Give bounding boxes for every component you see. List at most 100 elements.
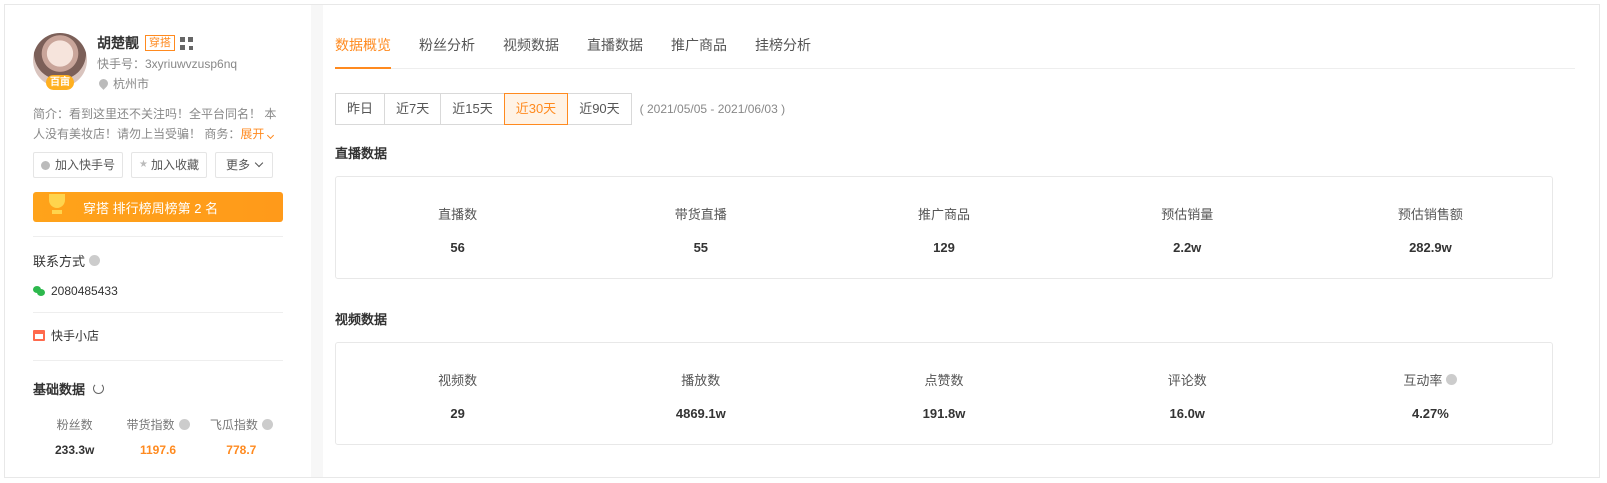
basic-data-title: 基础数据: [33, 379, 287, 398]
column-divider: [311, 5, 323, 477]
feigua-index-value: 778.7: [226, 443, 257, 457]
kuaishou-id: 快手号：3xyriuwvzusp6nq: [97, 57, 238, 71]
plus-circle-icon: [41, 160, 50, 170]
stat-label: 点赞数: [924, 373, 964, 388]
feigua-index-label-text: 飞瓜指数: [209, 418, 258, 432]
like-count-stat: 点赞数 191.8w: [822, 343, 1065, 444]
tab-fans[interactable]: 粉丝分析: [419, 5, 475, 68]
action-buttons: 加入快手号 ★ 加入收藏 更多: [33, 152, 287, 178]
chevron-down-icon: [254, 158, 264, 168]
help-icon[interactable]: [178, 419, 190, 430]
help-icon[interactable]: [1446, 374, 1458, 385]
stat-label: 预估销量: [1161, 207, 1214, 222]
est-sales-volume-stat: 预估销量 2.2w: [1066, 177, 1309, 278]
engagement-rate-label: 互动率: [1309, 370, 1552, 389]
wechat-icon: [33, 286, 45, 296]
live-section-title: 直播数据: [335, 146, 388, 161]
tab-overview[interactable]: 数据概览: [335, 5, 391, 69]
refresh-icon[interactable]: [93, 383, 105, 394]
main-content: 数据概览 粉丝分析 视频数据 直播数据 推广商品 挂榜分析 昨日 近7天 近15…: [335, 5, 1575, 477]
stat-label: 评论数: [1167, 373, 1207, 388]
name-row: 胡楚靓 穿搭: [97, 33, 237, 53]
range-90d[interactable]: 近90天: [567, 93, 632, 125]
stat-value: 55: [693, 240, 709, 255]
date-range-text: ( 2021/05/05 - 2021/06/03 ): [639, 102, 786, 116]
stat-value: 282.9w: [1409, 240, 1452, 255]
location: 杭州市: [97, 75, 237, 92]
qr-code-icon[interactable]: [180, 36, 193, 50]
profile-info: 胡楚靓 穿搭 快手号：3xyriuwvzusp6nq 杭州市: [97, 33, 237, 92]
divider: [33, 236, 283, 237]
expand-link[interactable]: 展开: [240, 127, 275, 141]
add-kuaishou-button[interactable]: 加入快手号: [33, 152, 124, 178]
more-label: 更多: [226, 158, 251, 172]
fans-value: 233.3w: [54, 443, 95, 457]
help-icon[interactable]: [261, 419, 273, 430]
add-kuaishou-label: 加入快手号: [55, 158, 116, 172]
stat-value: 16.0w: [1169, 406, 1205, 421]
tab-live[interactable]: 直播数据: [587, 5, 643, 68]
left-sidebar: 百亩 胡楚靓 穿搭 快手号：3xyriuwvzusp6nq 杭州市 简介：看到这…: [5, 5, 305, 477]
stat-label: 预估销售额: [1397, 207, 1463, 222]
category-tag: 穿搭: [145, 35, 175, 51]
tab-products[interactable]: 推广商品: [671, 5, 727, 68]
tab-ranking[interactable]: 挂榜分析: [755, 5, 811, 68]
video-section-title: 视频数据: [335, 312, 388, 327]
stat-label: 播放数: [681, 373, 721, 388]
tab-bar: 数据概览 粉丝分析 视频数据 直播数据 推广商品 挂榜分析: [335, 5, 1575, 69]
stat-label: 视频数: [438, 373, 478, 388]
stat-value: 4869.1w: [675, 406, 726, 421]
star-icon: ★: [139, 159, 148, 170]
video-stats-panel: 视频数 29 播放数 4869.1w 点赞数 191.8w 评论数 16.0w …: [335, 342, 1553, 445]
shop-link[interactable]: 快手小店: [33, 327, 287, 344]
profile-header: 百亩 胡楚靓 穿搭 快手号：3xyriuwvzusp6nq 杭州市: [33, 33, 287, 92]
stat-value: 129: [933, 240, 955, 255]
feigua-index-stat: 飞瓜指数 778.7: [200, 416, 283, 457]
avatar-badge: 百亩: [46, 75, 74, 90]
comment-count-stat: 评论数 16.0w: [1066, 343, 1309, 444]
profile-name: 胡楚靓: [97, 35, 139, 51]
location-text: 杭州市: [113, 77, 150, 91]
help-icon[interactable]: [89, 255, 101, 266]
more-button[interactable]: 更多: [215, 152, 274, 178]
stat-value: 2.2w: [1173, 240, 1202, 255]
video-count-stat: 视频数 29: [336, 343, 579, 444]
range-yesterday[interactable]: 昨日: [335, 93, 386, 125]
selling-live-stat: 带货直播 55: [579, 177, 822, 278]
divider: [33, 360, 283, 361]
stat-label: 推广商品: [918, 207, 971, 222]
stat-value: 56: [450, 240, 465, 255]
engagement-rate-stat: 互动率 4.27%: [1309, 343, 1552, 444]
stat-label: 直播数: [438, 207, 478, 222]
stat-label: 互动率: [1403, 373, 1443, 388]
rank-text: 穿搭 排行榜周榜第 2 名: [83, 200, 219, 216]
wechat-id: 2080485433: [51, 284, 118, 298]
trophy-icon: [49, 194, 65, 216]
contact-label-text: 联系方式: [33, 254, 86, 269]
chevron-down-icon: [267, 131, 275, 140]
live-count-stat: 直播数 56: [336, 177, 579, 278]
range-15d[interactable]: 近15天: [440, 93, 505, 125]
stat-value: 4.27%: [1411, 406, 1449, 421]
feigua-index-label: 飞瓜指数: [200, 416, 283, 433]
sales-index-stat: 带货指数 1197.6: [116, 416, 199, 457]
rank-banner[interactable]: 穿搭 排行榜周榜第 2 名: [33, 192, 283, 222]
location-pin-icon: [97, 77, 110, 90]
add-favorite-button[interactable]: ★ 加入收藏: [131, 152, 207, 178]
page-frame: 百亩 胡楚靓 穿搭 快手号：3xyriuwvzusp6nq 杭州市 简介：看到这…: [4, 4, 1600, 478]
basic-data-title-text: 基础数据: [33, 382, 86, 397]
stat-value: 29: [450, 406, 465, 421]
live-stats-panel: 直播数 56 带货直播 55 推广商品 129 预估销量 2.2w 预估销售额 …: [335, 176, 1553, 279]
basic-data-grid: 粉丝数 233.3w 带货指数 1197.6 飞瓜指数 778.7: [33, 416, 283, 457]
shop-label: 快手小店: [51, 329, 100, 343]
avatar[interactable]: 百亩: [33, 33, 87, 90]
sales-index-label-text: 带货指数: [126, 418, 175, 432]
sales-index-value: 1197.6: [139, 443, 177, 457]
range-7d[interactable]: 近7天: [384, 93, 442, 125]
contact-label: 联系方式: [33, 251, 287, 270]
tab-video[interactable]: 视频数据: [503, 5, 559, 68]
shop-icon: [33, 330, 45, 341]
promoted-products-stat: 推广商品 129: [822, 177, 1065, 278]
range-30d[interactable]: 近30天: [503, 93, 569, 125]
divider: [33, 312, 283, 313]
